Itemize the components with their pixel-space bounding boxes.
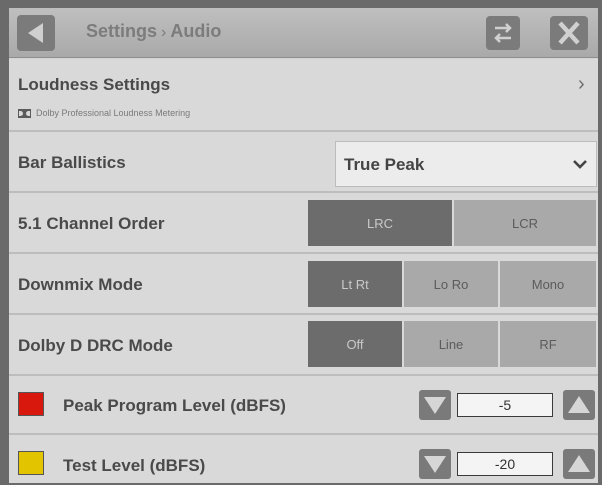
peak-level-color-swatch[interactable] [18,392,44,416]
audio-settings-panel: Settings › Audio Loudness Settings Dolby P… [9,8,598,483]
drc-option-line[interactable]: Line [404,321,498,367]
close-icon [558,21,580,45]
drc-option-off[interactable]: Off [308,321,402,367]
bar-ballistics-value: True Peak [344,155,425,174]
dolby-subtitle-text: Dolby Professional Loudness Metering [36,108,191,118]
chevron-down-icon [573,160,587,169]
test-level-input[interactable]: -20 [457,452,553,476]
loudness-settings-row[interactable]: Loudness Settings Dolby Professional Lou… [9,59,598,132]
triangle-up-icon [568,455,590,472]
breadcrumb-root[interactable]: Settings [86,21,157,41]
swap-button[interactable] [486,16,520,50]
breadcrumb: Settings › Audio [86,21,221,42]
test-level-label: Test Level (dBFS) [63,456,206,475]
channel-order-option-lrc[interactable]: LRC [308,200,452,246]
peak-level-label: Peak Program Level (dBFS) [63,396,286,415]
swap-arrows-icon [494,23,512,43]
chevron-right-icon: › [578,73,585,95]
test-level-increment-button[interactable] [563,449,595,479]
back-button[interactable] [17,15,55,51]
peak-level-row: Peak Program Level (dBFS) -5 [9,376,598,435]
triangle-up-icon [568,396,590,413]
dolby-subtitle: Dolby Professional Loudness Metering [18,108,190,118]
breadcrumb-separator: › [161,24,167,41]
close-button[interactable] [550,16,588,50]
test-level-decrement-button[interactable] [419,449,451,479]
downmix-option-lt-rt[interactable]: Lt Rt [308,261,402,307]
bar-ballistics-label: Bar Ballistics [18,153,126,172]
drc-mode-label: Dolby D DRC Mode [18,336,173,355]
triangle-down-icon [424,397,446,414]
bar-ballistics-select[interactable]: True Peak [335,141,597,187]
channel-order-label: 5.1 Channel Order [18,214,165,233]
dolby-icon [18,108,31,118]
downmix-option-mono[interactable]: Mono [500,261,596,307]
test-level-color-swatch[interactable] [18,451,44,475]
test-level-row: Test Level (dBFS) -20 [9,435,598,483]
header-bar: Settings › Audio [9,8,598,58]
downmix-mode-label: Downmix Mode [18,275,143,294]
downmix-option-lo-ro[interactable]: Lo Ro [404,261,498,307]
back-arrow-icon [28,23,43,43]
peak-level-decrement-button[interactable] [419,390,451,420]
channel-order-option-lcr[interactable]: LCR [454,200,596,246]
drc-option-rf[interactable]: RF [500,321,596,367]
triangle-down-icon [424,456,446,473]
breadcrumb-page: Audio [170,21,222,41]
peak-level-increment-button[interactable] [563,390,595,420]
peak-level-input[interactable]: -5 [457,393,553,417]
loudness-settings-label: Loudness Settings [18,75,171,94]
